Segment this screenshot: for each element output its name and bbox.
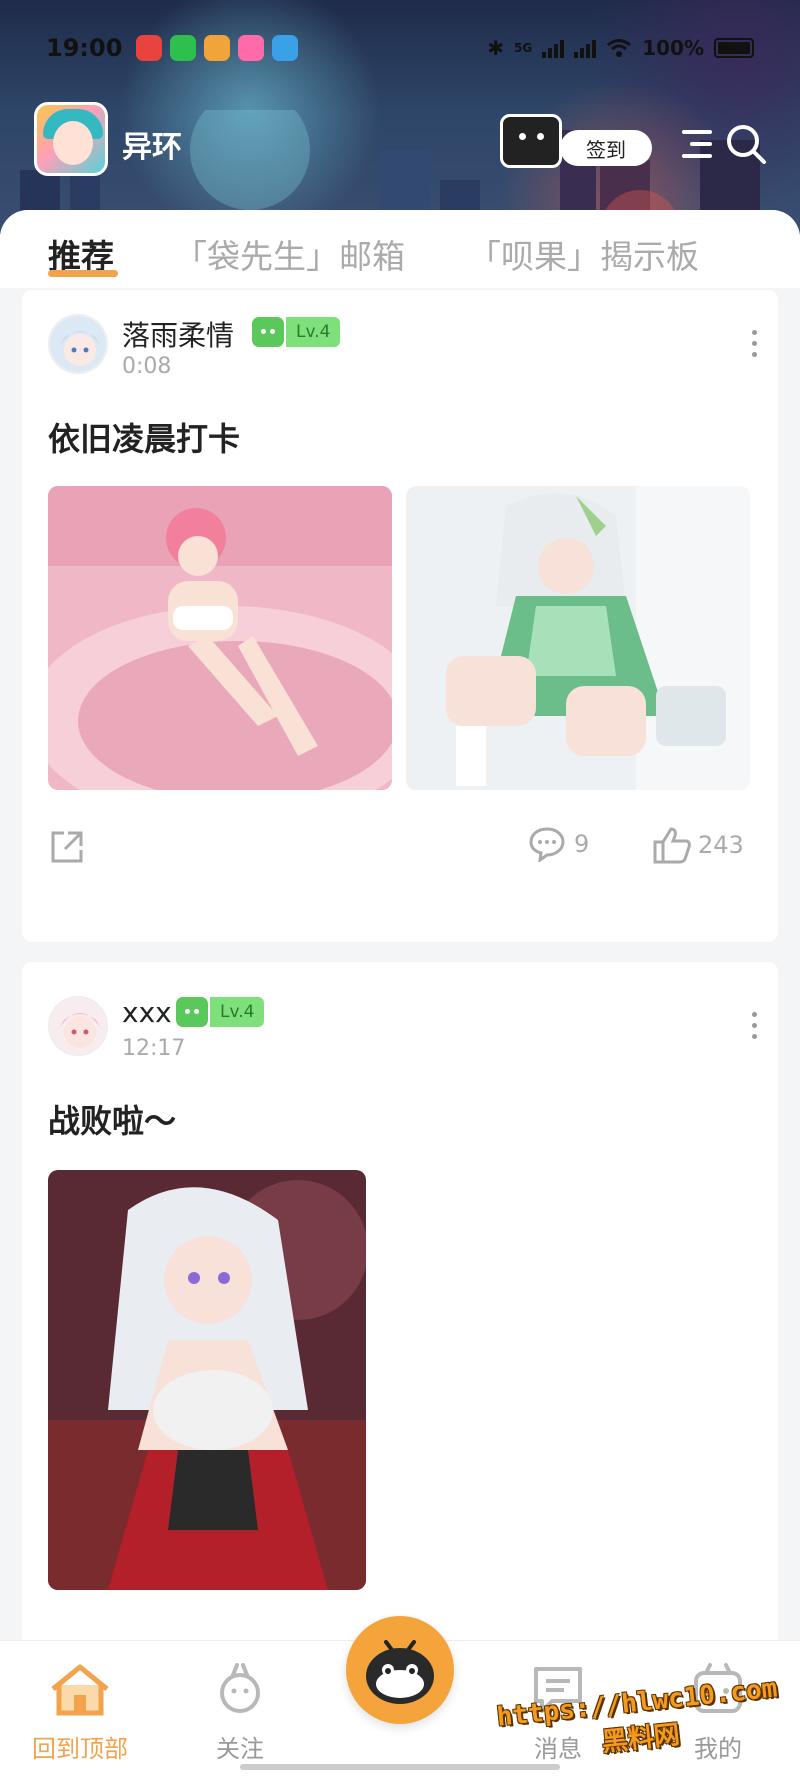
battery-icon xyxy=(714,38,754,58)
comment-button[interactable]: 9 xyxy=(528,826,589,862)
post-title[interactable]: 依旧凌晨打卡 xyxy=(48,414,240,460)
share-icon[interactable] xyxy=(48,828,86,866)
level-badge: Lv.4 xyxy=(252,316,341,348)
nav-label: 回到顶部 xyxy=(32,1735,128,1763)
post-actions: 9 243 xyxy=(22,820,778,870)
status-bar: 19:00 ✱ 5G 100% xyxy=(0,28,800,68)
avatar[interactable] xyxy=(48,314,108,374)
nav-label: 关注 xyxy=(216,1735,264,1763)
like-count: 243 xyxy=(698,831,744,859)
avatar[interactable] xyxy=(48,996,108,1056)
more-options-icon[interactable] xyxy=(750,328,758,360)
nav-back-to-top[interactable]: 回到顶部 xyxy=(10,1663,150,1764)
more-options-icon[interactable] xyxy=(750,1010,758,1042)
comment-icon xyxy=(529,827,565,862)
follow-icon xyxy=(220,1663,260,1713)
notification-app-icon xyxy=(238,35,265,61)
battery-percent: 100% xyxy=(642,36,704,60)
signal-icon xyxy=(574,38,597,58)
search-icon[interactable] xyxy=(724,122,768,166)
level-mascot-icon xyxy=(252,317,284,347)
home-icon xyxy=(51,1664,109,1716)
checkin-label: 签到 xyxy=(560,130,652,166)
comment-count: 9 xyxy=(574,830,590,858)
post-username[interactable]: xxx xyxy=(122,996,172,1029)
post-image[interactable] xyxy=(406,486,750,790)
app-name: 异环 xyxy=(122,130,182,165)
status-indicators: ✱ 5G 100% xyxy=(487,36,754,60)
post-time: 0:08 xyxy=(122,354,172,379)
feed-sheet: 推荐 「袋先生」邮箱 「呗果」揭示板 落雨柔情 Lv.4 0:08 依旧凌晨打卡 xyxy=(0,210,800,1777)
checkin-button[interactable]: 签到 xyxy=(500,114,652,168)
like-button[interactable]: 243 xyxy=(652,826,744,864)
nav-follow[interactable]: 关注 xyxy=(170,1663,310,1764)
tab-bar: 推荐 「袋先生」邮箱 「呗果」揭示板 xyxy=(0,210,800,288)
wechat-icon xyxy=(170,35,197,61)
home-indicator[interactable] xyxy=(240,1764,560,1770)
thumbs-up-icon xyxy=(653,827,691,864)
post-time: 12:17 xyxy=(122,1036,186,1061)
post-username[interactable]: 落雨柔情 xyxy=(122,314,234,354)
post-title[interactable]: 战败啦～ xyxy=(48,1096,176,1142)
level-badge: Lv.4 xyxy=(176,996,265,1028)
status-time: 19:00 xyxy=(46,34,123,62)
mascot-post-icon xyxy=(366,1640,434,1704)
post-button[interactable] xyxy=(346,1616,454,1724)
wifi-icon xyxy=(607,39,632,57)
post-image[interactable] xyxy=(48,486,392,790)
active-tab-indicator xyxy=(48,270,118,277)
tab-mailbox[interactable]: 「袋先生」邮箱 xyxy=(174,230,405,278)
level-mascot-icon xyxy=(176,997,208,1027)
level-text: Lv.4 xyxy=(286,317,341,347)
network-type: 5G xyxy=(514,41,533,55)
bluetooth-icon: ✱ xyxy=(487,36,504,60)
menu-icon[interactable] xyxy=(672,128,712,160)
app-avatar[interactable] xyxy=(34,102,108,176)
post-image[interactable] xyxy=(48,1170,366,1590)
mascot-icon xyxy=(500,114,562,168)
tab-bulletin-board[interactable]: 「呗果」揭示板 xyxy=(468,230,699,278)
notification-app-icon xyxy=(136,35,163,61)
notification-app-icon xyxy=(272,35,299,61)
signal-icon xyxy=(542,38,565,58)
app-header: 异环 签到 xyxy=(0,100,800,180)
post-card[interactable]: 落雨柔情 Lv.4 0:08 依旧凌晨打卡 9 243 xyxy=(22,290,778,942)
notification-app-icon xyxy=(204,35,231,61)
level-text: Lv.4 xyxy=(210,997,265,1027)
